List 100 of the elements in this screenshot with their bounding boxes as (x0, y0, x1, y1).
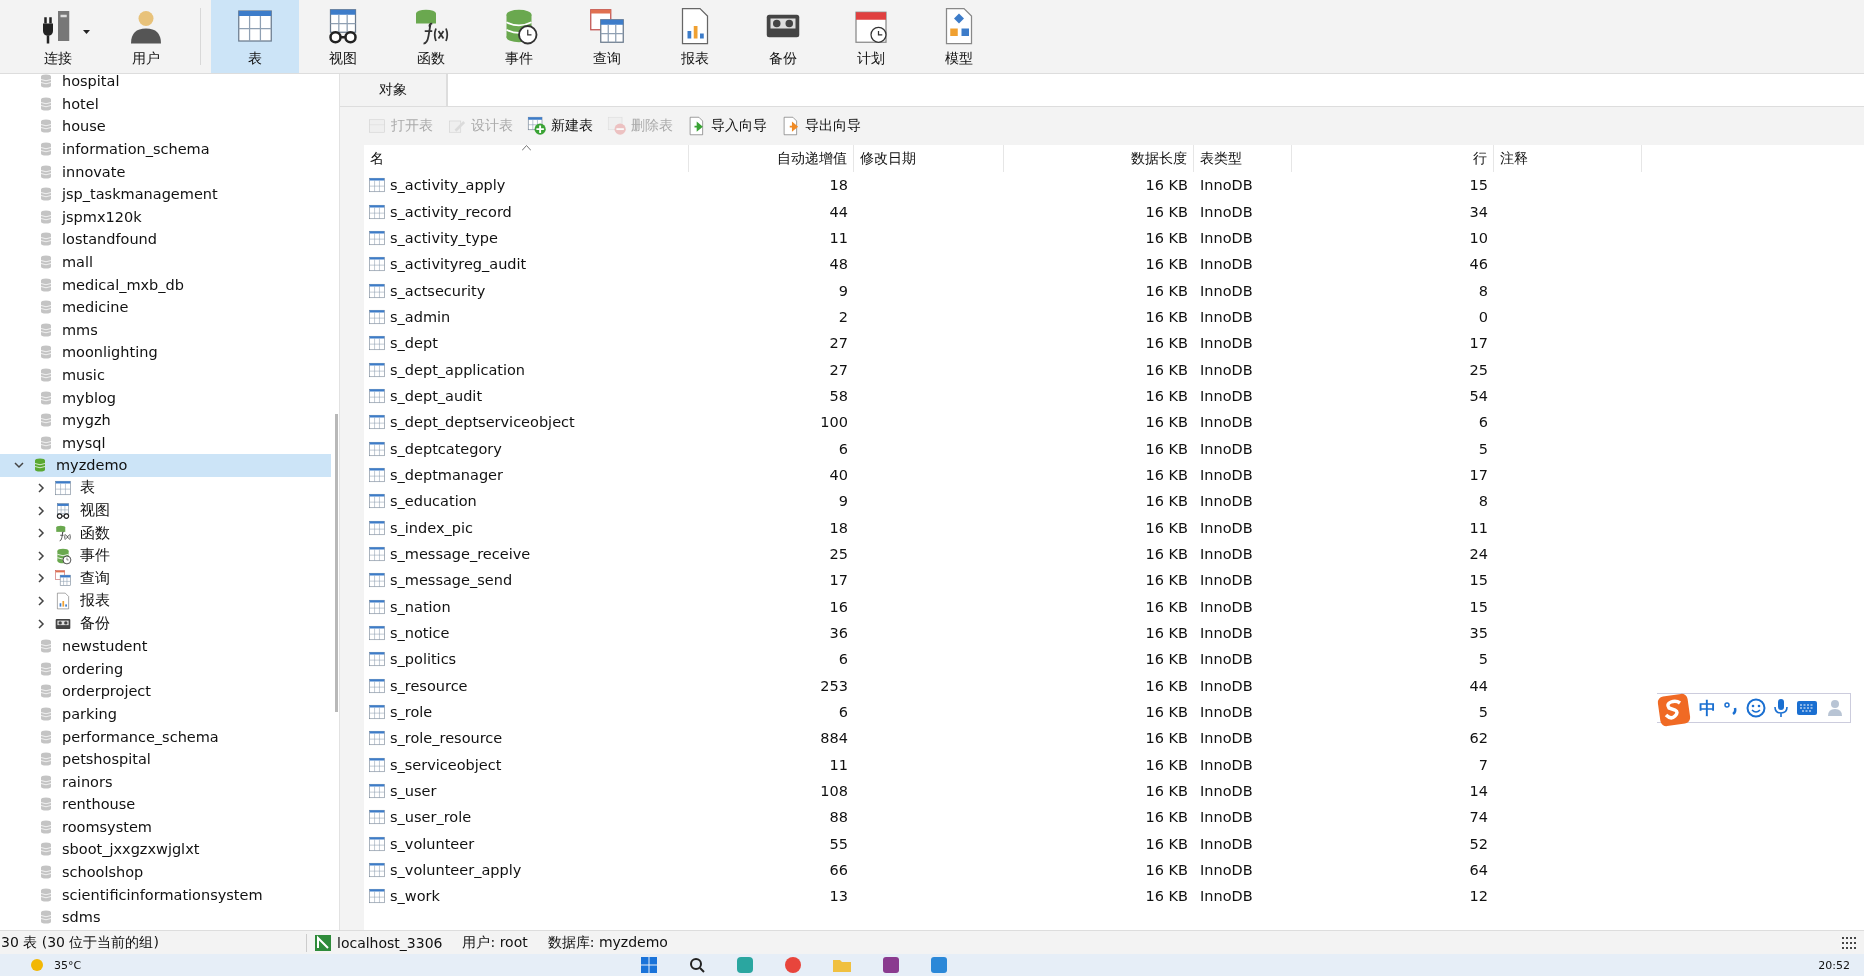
database-item[interactable]: scientificinformationsystem (0, 883, 331, 906)
tree-item[interactable]: 备份 (0, 612, 331, 635)
chevron-right-icon[interactable] (36, 618, 46, 629)
table-cell: InnoDB (1200, 677, 1253, 694)
microphone-icon[interactable] (1774, 698, 1788, 718)
table-cell: InnoDB (1200, 546, 1253, 562)
table-cell: s_dept (390, 335, 438, 352)
table-cell: InnoDB (1200, 361, 1253, 378)
toolbar-button[interactable]: 事件 (475, 0, 563, 73)
chevron-down-icon[interactable] (14, 460, 24, 471)
toolbar-button[interactable]: 表 (211, 0, 299, 73)
toolbar-button[interactable]: 视图 (299, 0, 387, 73)
database-item[interactable]: medicine (0, 295, 331, 319)
toolbar-button[interactable]: 函数 (387, 0, 475, 73)
tab[interactable]: 对象 (340, 74, 447, 106)
toolbar-button[interactable]: 导出向导 (778, 114, 864, 138)
column-header[interactable]: 表类型 (1194, 145, 1292, 172)
database-icon (38, 638, 54, 655)
keyboard-icon[interactable] (1796, 700, 1818, 716)
database-item[interactable]: orderproject (0, 680, 331, 703)
chevron-right-icon[interactable] (36, 528, 46, 539)
database-item[interactable]: myzdemo (0, 454, 331, 477)
database-item[interactable]: ordering (0, 657, 331, 681)
chevron-right-icon[interactable] (36, 595, 46, 606)
database-item[interactable]: mms (0, 318, 331, 342)
toolbar-button[interactable]: 连接 (14, 0, 102, 73)
database-item[interactable]: moonlighting (0, 341, 331, 364)
toolbar-button[interactable]: 导入向导 (684, 114, 770, 138)
database-item[interactable]: jsp_taskmanagement (0, 182, 331, 206)
tree-item[interactable]: 报表 (0, 589, 331, 613)
windows-logo-icon[interactable] (641, 957, 658, 973)
column-header[interactable]: 数据长度 (1004, 145, 1194, 172)
ime-logo-icon[interactable] (1657, 693, 1691, 727)
database-item[interactable]: roomsystem (0, 815, 331, 839)
database-item[interactable]: sboot_jxxgzxwjglxt (0, 838, 331, 861)
database-item[interactable]: petshospital (0, 747, 331, 771)
table-cell: 58 (829, 387, 848, 404)
table-cell: 6 (1478, 414, 1488, 431)
database-item[interactable]: hospital (0, 74, 331, 93)
input-mode-toggle[interactable]: 中 (1699, 696, 1716, 720)
tree-item[interactable]: 事件 (0, 544, 331, 568)
database-item[interactable]: performance_schema (0, 725, 331, 748)
app-icon[interactable] (883, 957, 900, 973)
database-icon (38, 163, 54, 180)
table-icon (368, 228, 386, 247)
database-item[interactable]: lostandfound (0, 228, 331, 251)
punctuation-icon[interactable] (1724, 700, 1738, 716)
database-item[interactable]: rainors (0, 770, 331, 793)
database-item[interactable]: mall (0, 250, 331, 274)
column-header[interactable]: 自动递增值 (689, 145, 854, 172)
database-item[interactable]: mysql (0, 431, 331, 455)
database-item[interactable]: jspmx120k (0, 205, 331, 229)
database-item[interactable]: parking (0, 702, 331, 726)
database-item[interactable]: music (0, 363, 331, 387)
app-icon[interactable] (931, 957, 948, 973)
smiley-icon[interactable] (1746, 698, 1766, 718)
column-header[interactable]: 行 (1292, 145, 1494, 172)
database-item[interactable]: schoolshop (0, 860, 331, 884)
app-icon[interactable] (737, 957, 754, 973)
table-cell: 16 KB (1145, 440, 1188, 457)
database-item[interactable]: myblog (0, 386, 331, 409)
scrollbar-thumb[interactable] (335, 414, 338, 712)
table-icon (368, 755, 386, 774)
database-item[interactable]: information_schema (0, 137, 331, 161)
app-icon[interactable] (785, 957, 802, 973)
database-item[interactable]: innovate (0, 160, 331, 183)
chevron-right-icon[interactable] (36, 483, 46, 493)
column-header[interactable]: 修改日期 (854, 145, 1004, 172)
toolbar-button[interactable]: 模型 (915, 0, 1003, 73)
toolbar-button[interactable]: 查询 (563, 0, 651, 73)
caret-icon[interactable] (83, 30, 90, 34)
table-cell: 62 (1469, 730, 1488, 747)
tree-item[interactable]: 视图 (0, 499, 331, 522)
database-item[interactable]: renthouse (0, 793, 331, 816)
database-item[interactable]: hotel (0, 92, 331, 116)
toolbar-button[interactable]: 用户 (102, 0, 190, 73)
column-header[interactable]: 名 (364, 145, 689, 172)
table-cell: 54 (1469, 387, 1488, 404)
tree-item[interactable]: 函数 (0, 521, 331, 545)
toolbar-button[interactable]: 备份 (739, 0, 827, 73)
chevron-right-icon[interactable] (36, 550, 46, 561)
database-item[interactable]: sdms (0, 905, 331, 929)
table-icon (368, 413, 386, 432)
toolbar-button[interactable]: 报表 (651, 0, 739, 73)
database-item[interactable]: newstudent (0, 634, 331, 658)
grid-view-icon[interactable] (1842, 936, 1856, 949)
chevron-right-icon[interactable] (36, 573, 46, 584)
tree-item[interactable]: 查询 (0, 567, 331, 590)
table-cell: 16 KB (1145, 282, 1188, 299)
search-icon[interactable] (689, 957, 706, 973)
table-cell: 15 (1469, 598, 1488, 615)
database-item[interactable]: mygzh (0, 408, 331, 432)
database-item[interactable]: medical_mxb_db (0, 273, 331, 296)
column-header[interactable]: 注释 (1494, 145, 1642, 172)
database-item[interactable]: house (0, 115, 331, 138)
tree-item[interactable]: 表 (0, 476, 331, 500)
toolbar-button[interactable]: 新建表 (524, 114, 596, 138)
toolbar-button[interactable]: 计划 (827, 0, 915, 73)
chevron-right-icon[interactable] (36, 505, 46, 516)
table-cell: 15 (1469, 177, 1488, 194)
